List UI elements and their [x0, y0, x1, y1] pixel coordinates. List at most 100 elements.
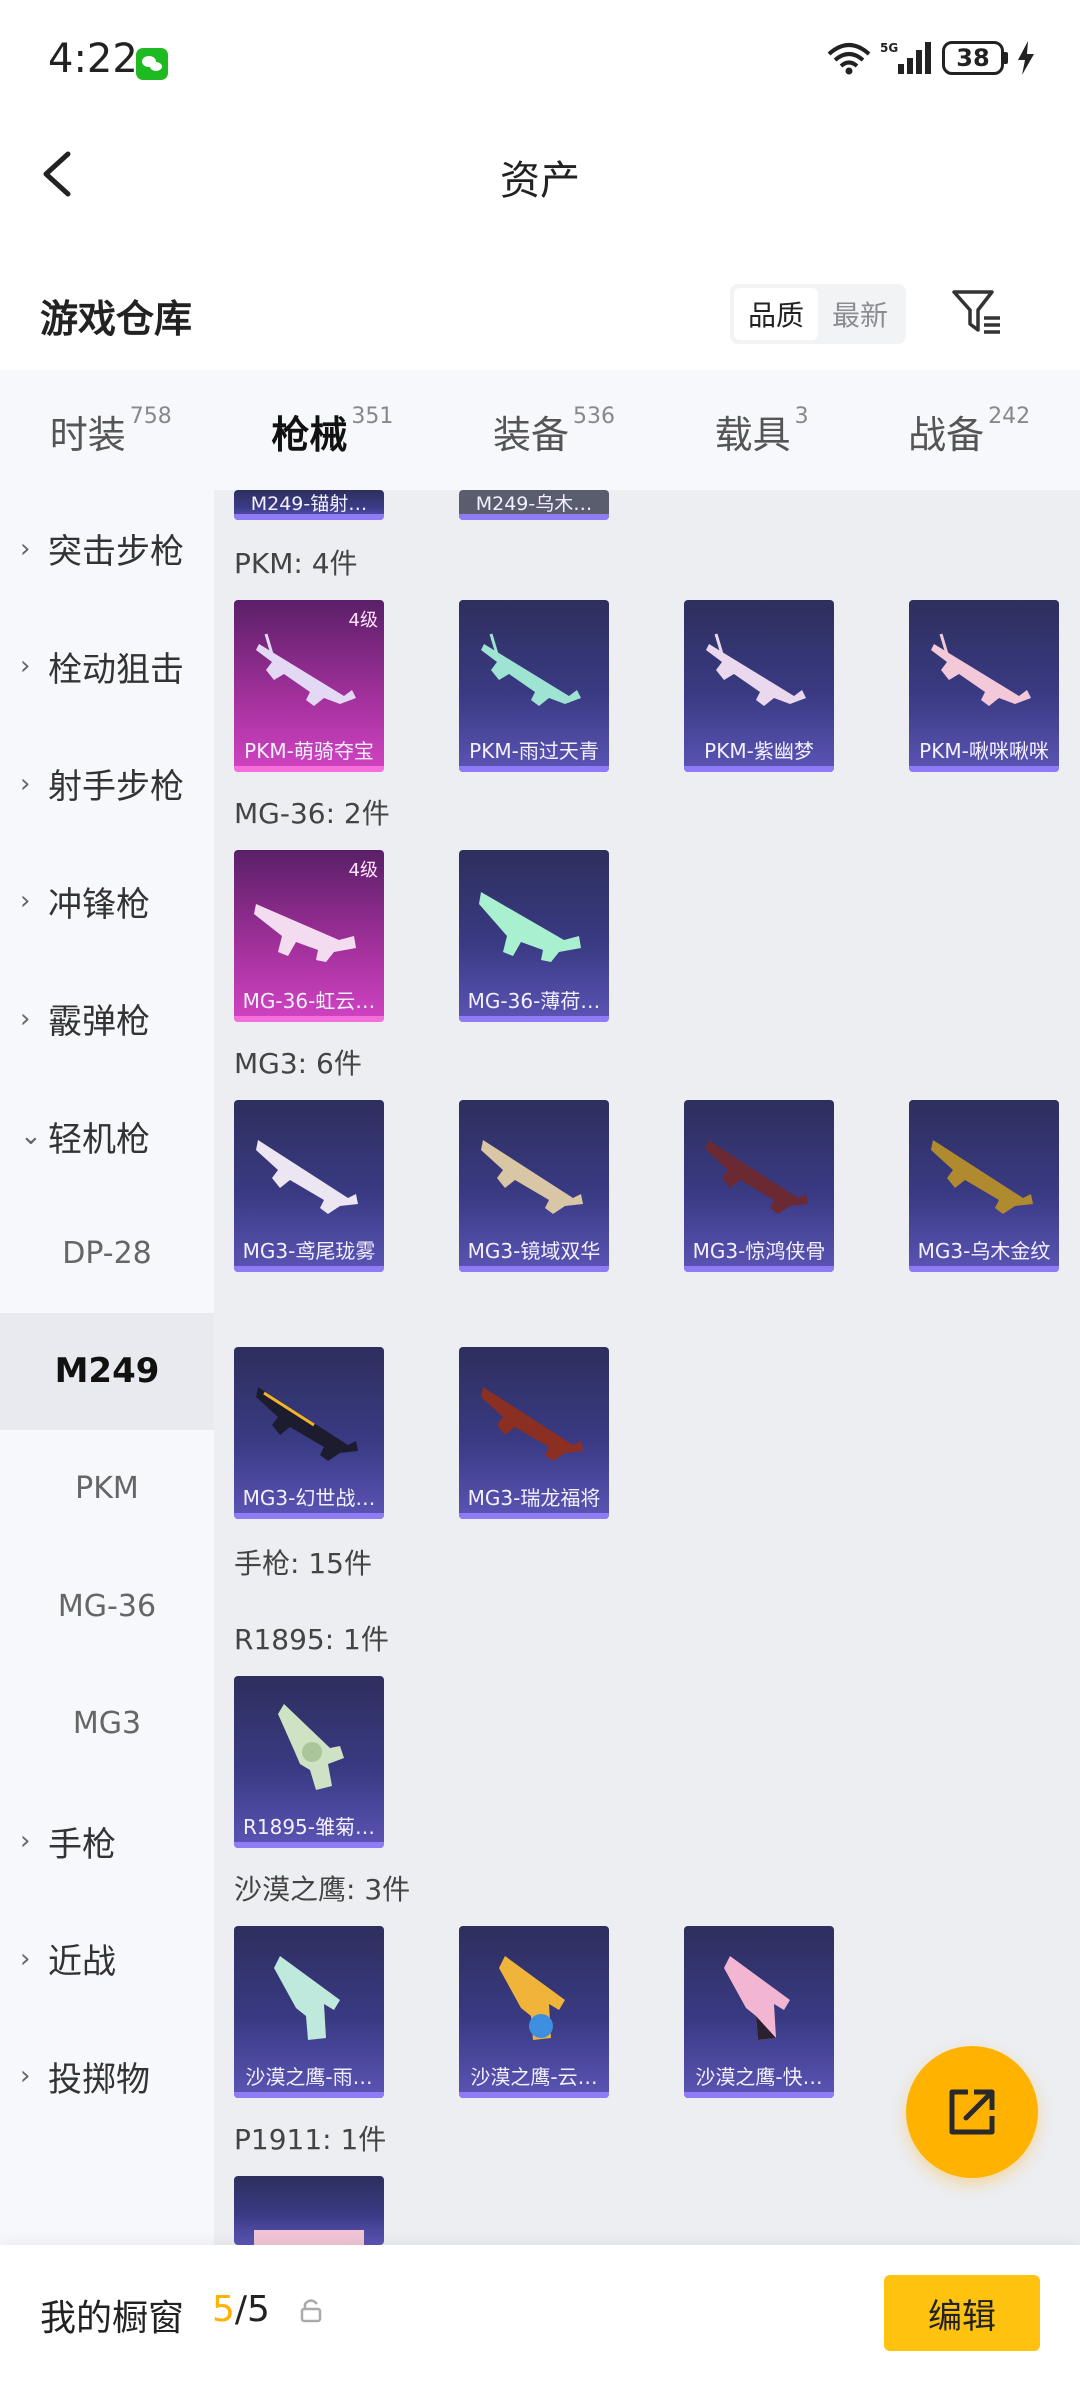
group-label-p1911: P1911: 1件 [234, 2123, 387, 2156]
tab-fashion[interactable]: 时装 758 [50, 404, 172, 459]
sidebar-subitem-pkm[interactable]: PKM [0, 1430, 214, 1548]
group-label-pkm: PKM: 4件 [234, 547, 358, 580]
item-name: MG-36-虹云… [242, 989, 376, 1013]
pistol-skin-icon [499, 1956, 565, 2040]
item-card[interactable]: MG3-惊鸿侠骨 [684, 1100, 834, 1272]
sort-toggle: 品质 最新 [730, 284, 906, 344]
sidebar-item-melee[interactable]: › 近战 [0, 1900, 214, 2018]
page-title: 资产 [500, 158, 580, 204]
item-name: 沙漠之鹰-雨… [245, 2065, 373, 2089]
lmg-skin-icon [254, 904, 356, 962]
sidebar-item-assault-rifles[interactable]: › 突击步枪 [0, 490, 214, 608]
category-tabs: 时装 758 枪械 351 装备 536 载具 3 战备 242 [0, 370, 1080, 504]
lmg-skin-icon [481, 1387, 583, 1461]
lmg-skin-icon [256, 1140, 358, 1214]
item-card[interactable]: PKM-紫幽梦 [684, 600, 834, 772]
chevron-right-icon: › [20, 1826, 31, 1857]
item-card[interactable]: MG3-幻世战… [234, 1347, 384, 1519]
item-card[interactable]: PKM-雨过天青 [459, 600, 609, 772]
item-card[interactable]: 4级 MG-36-虹云… [234, 850, 384, 1022]
edit-button[interactable]: 编辑 [884, 2275, 1040, 2351]
sidebar-item-lmgs[interactable]: ⌄ 轻机枪 [0, 1078, 214, 1196]
item-card[interactable]: MG3-镜域双华 [459, 1100, 609, 1272]
pistol-skin-icon [254, 2230, 364, 2245]
group-label-mg36: MG-36: 2件 [234, 797, 390, 830]
sidebar-item-smgs[interactable]: › 冲锋枪 [0, 843, 214, 961]
category-sidebar: › 突击步枪 › 栓动狙击 › 射手步枪 › 冲锋枪 › 霰弹枪 ⌄ 轻机枪 DP-28 M… [0, 490, 214, 2245]
item-card[interactable]: MG3-乌木金纹 [909, 1100, 1059, 1272]
item-card[interactable]: MG3-鸢尾珑雾 [234, 1100, 384, 1272]
item-name: M249-乌木… [475, 493, 593, 515]
warehouse-title: 游戏仓库 [40, 297, 193, 341]
item-card[interactable]: MG3-瑞龙福将 [459, 1347, 609, 1519]
tab-count: 3 [794, 404, 809, 429]
sort-by-newest[interactable]: 最新 [818, 288, 902, 340]
item-card[interactable]: 沙漠之鹰-快… [684, 1926, 834, 2098]
tab-gear[interactable]: 战备 242 [908, 404, 1030, 459]
battery-level: 38 [942, 41, 1004, 75]
cellular-signal-icon: 5G [880, 41, 931, 74]
sidebar-subitem-dp28[interactable]: DP-28 [0, 1195, 214, 1313]
chevron-right-icon: › [20, 886, 31, 917]
item-name: MG3-瑞龙福将 [467, 1486, 601, 1510]
filter-icon[interactable] [948, 284, 1004, 340]
item-card[interactable]: 沙漠之鹰-雨… [234, 1926, 384, 2098]
share-button[interactable] [906, 2046, 1038, 2178]
group-label-r1895: R1895: 1件 [234, 1623, 389, 1656]
lmg-skin-icon [256, 1387, 358, 1461]
item-name: 沙漠之鹰-快… [695, 2065, 823, 2089]
sidebar-item-pistols[interactable]: › 手枪 [0, 1783, 214, 1901]
tab-firearms[interactable]: 枪械 351 [271, 404, 394, 504]
sidebar-subitem-m249[interactable]: M249 [0, 1312, 214, 1430]
lock-icon [300, 2299, 322, 2323]
item-name: MG-36-薄荷… [467, 989, 601, 1013]
chevron-right-icon: › [20, 1003, 31, 1034]
sidebar-item-throwables[interactable]: › 投掷物 [0, 2018, 214, 2136]
group-label-pistols: 手枪: 15件 [234, 1547, 372, 1580]
sidebar-item-marksman-rifles[interactable]: › 射手步枪 [0, 725, 214, 843]
tab-count: 351 [351, 404, 394, 429]
chevron-right-icon: › [20, 2061, 31, 2092]
sidebar-subitem-mg36[interactable]: MG-36 [0, 1548, 214, 1666]
item-card[interactable]: PKM-啾咪啾咪 [909, 600, 1059, 772]
revolver-skin-icon [278, 1704, 344, 1790]
lmg-skin-icon [481, 633, 581, 706]
item-card[interactable]: 沙漠之鹰-云… [459, 1926, 609, 2098]
group-label-mg3: MG3: 6件 [234, 1047, 362, 1080]
sidebar-item-shotguns[interactable]: › 霰弹枪 [0, 960, 214, 1078]
showcase-bar: 我的橱窗 5/5 编辑 [0, 2245, 1080, 2381]
tab-count: 536 [572, 404, 615, 429]
item-name: PKM-萌骑夺宝 [244, 739, 374, 763]
item-card[interactable]: MG-36-薄荷… [459, 850, 609, 1022]
nav-bar: 资产 [0, 120, 1080, 230]
charging-bolt-icon [1018, 41, 1034, 75]
chevron-right-icon: › [20, 651, 31, 682]
chevron-right-icon: › [20, 533, 31, 564]
sidebar-subitem-mg3[interactable]: MG3 [0, 1665, 214, 1783]
item-card[interactable]: R1895-雏菊… [234, 1676, 384, 1848]
item-name: PKM-啾咪啾咪 [919, 739, 1049, 763]
item-card[interactable]: M249-乌木… [459, 490, 609, 520]
wifi-icon [827, 43, 871, 75]
item-name: MG3-镜域双华 [467, 1239, 601, 1263]
item-name: PKM-雨过天青 [469, 739, 599, 763]
pistol-skin-icon [724, 1956, 790, 2040]
warehouse-header: 游戏仓库 品质 最新 [0, 270, 1080, 360]
item-name: MG3-乌木金纹 [917, 1239, 1051, 1263]
battery-icon: 38 [942, 41, 1008, 75]
svg-text:5G: 5G [880, 41, 898, 55]
share-external-icon [949, 2089, 995, 2135]
item-card[interactable]: M249-锚射… [234, 490, 384, 520]
lmg-skin-icon [479, 892, 581, 962]
lmg-skin-icon [256, 633, 356, 706]
showcase-count: 5/5 [212, 2289, 270, 2330]
item-card[interactable]: 4级 PKM-萌骑夺宝 [234, 600, 384, 772]
tab-vehicles[interactable]: 载具 3 [715, 404, 809, 459]
sidebar-item-bolt-snipers[interactable]: › 栓动狙击 [0, 608, 214, 726]
tab-equipment[interactable]: 装备 536 [493, 404, 615, 459]
sort-by-quality[interactable]: 品质 [734, 288, 818, 340]
item-name: M249-锚射… [250, 493, 368, 515]
status-bar: 4:22 5G 38 [0, 0, 1080, 120]
wechat-notification-icon [136, 48, 168, 80]
item-card[interactable] [234, 2176, 384, 2245]
